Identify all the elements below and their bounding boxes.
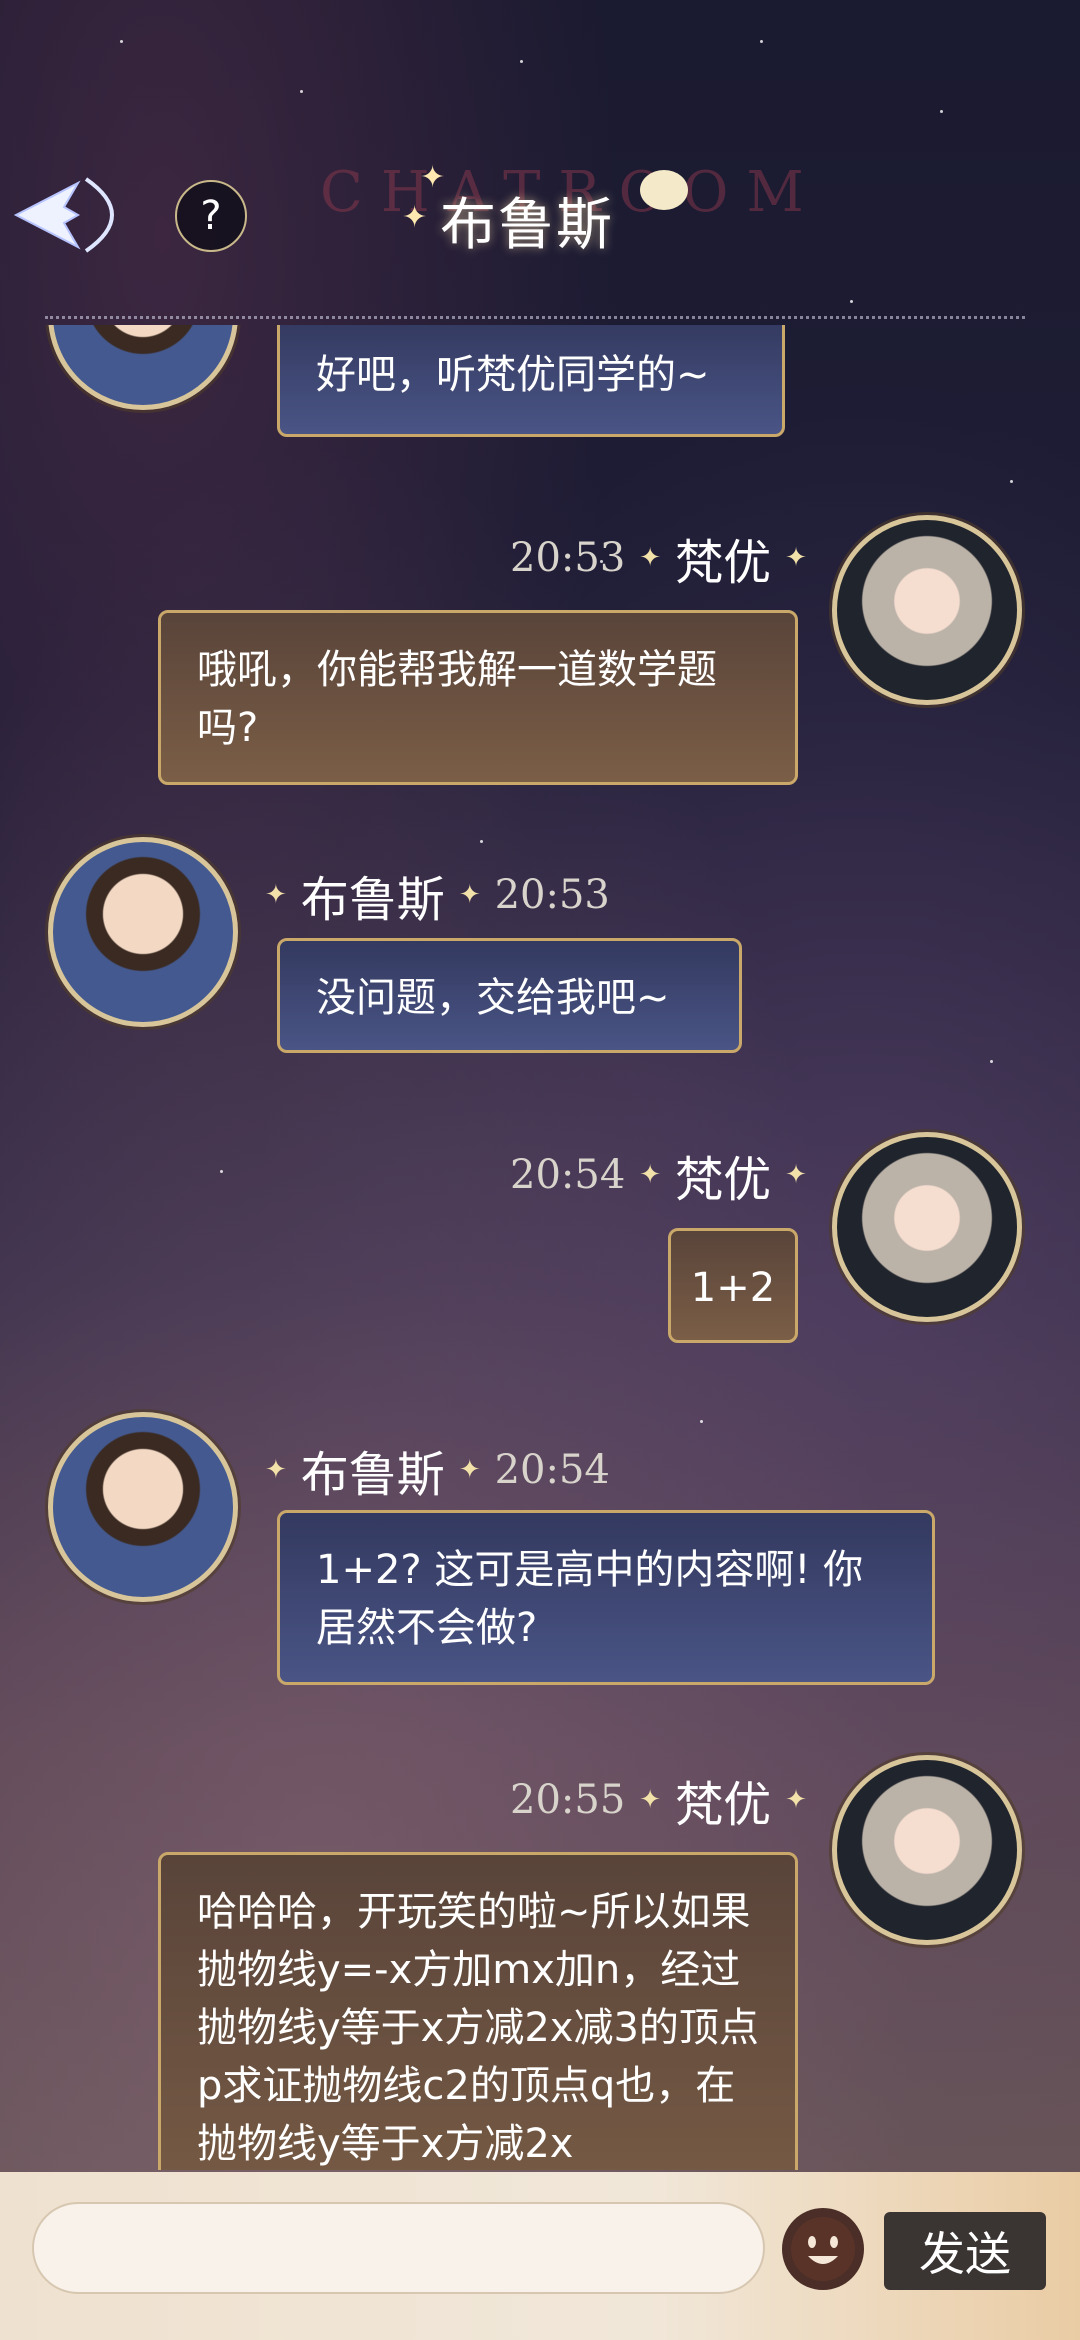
sparkle-icon: ✦ <box>265 880 287 910</box>
sparkle-icon: ✦ <box>639 543 662 573</box>
sparkle-icon: ✦ <box>785 543 807 573</box>
message-meta: ✦ 布鲁斯 ✦ 20:53 <box>265 865 610 928</box>
sender-name: 梵优 <box>675 535 772 591</box>
message-time: 20:53 <box>494 872 610 918</box>
message-meta: 20:54 ✦ 梵优 ✦ <box>510 1145 807 1208</box>
message-input[interactable] <box>32 2202 765 2294</box>
sparkle-icon: ✦ <box>402 200 428 235</box>
bruce-avatar[interactable] <box>48 325 238 410</box>
back-arrow-icon <box>13 177 114 253</box>
sparkle-icon: ✦ <box>639 1785 662 1815</box>
sparkle-icon: ✦ <box>458 880 481 910</box>
message-meta: 20:55 ✦ 梵优 ✦ <box>510 1770 807 1833</box>
message-time: 20:54 <box>510 1152 626 1198</box>
bruce-avatar[interactable] <box>48 1412 238 1602</box>
sparkle-icon: ✦ <box>639 1160 662 1190</box>
sparkle-icon: ✦ <box>458 1455 481 1485</box>
message-meta: ✦ 布鲁斯 ✦ 20:54 <box>265 1440 610 1503</box>
sender-name: 梵优 <box>675 1152 772 1208</box>
message-bubble[interactable]: 哈哈哈，开玩笑的啦~所以如果抛物线y=-x方加mx加n，经过抛物线y等于x方减2… <box>158 1852 798 2170</box>
header-divider <box>45 316 1025 319</box>
fanyou-avatar[interactable] <box>832 1755 1022 1945</box>
message-bubble[interactable]: 1+2? 这可是高中的内容啊! 你居然不会做? <box>277 1510 935 1685</box>
message-bubble[interactable]: 好吧，听梵优同学的~ <box>277 325 785 437</box>
sender-name: 布鲁斯 <box>300 872 445 928</box>
bruce-avatar[interactable] <box>48 837 238 1027</box>
back-button[interactable] <box>0 160 155 270</box>
message-list[interactable]: 好吧，听梵优同学的~ 20:53 ✦ 梵优 ✦ 哦吼，你能帮我解一道数学题吗? … <box>0 325 1080 2170</box>
emoji-button[interactable] <box>782 2208 864 2290</box>
chat-input-bar: 发送 <box>0 2172 1080 2340</box>
sparkle-icon: ✦ <box>265 1455 287 1485</box>
sender-name: 布鲁斯 <box>300 1447 445 1503</box>
page-title: 布鲁斯 <box>440 193 614 258</box>
message-time: 20:53 <box>510 535 626 581</box>
message-bubble[interactable]: 没问题，交给我吧~ <box>277 938 742 1053</box>
chat-bubble-icon <box>640 170 688 210</box>
send-button[interactable]: 发送 <box>884 2212 1046 2290</box>
message-time: 20:55 <box>510 1777 626 1823</box>
fanyou-avatar[interactable] <box>832 515 1022 705</box>
message-time: 20:54 <box>494 1447 610 1493</box>
sparkle-icon: ✦ <box>785 1160 807 1190</box>
message-bubble[interactable]: 1+2 <box>668 1228 798 1343</box>
message-bubble[interactable]: 哦吼，你能帮我解一道数学题吗? <box>158 610 798 785</box>
help-button[interactable]: ? <box>175 180 247 252</box>
emoji-icon <box>791 2217 855 2281</box>
sparkle-icon: ✦ <box>785 1785 807 1815</box>
message-meta: 20:53 ✦ 梵优 ✦ <box>510 528 807 591</box>
fanyou-avatar[interactable] <box>832 1132 1022 1322</box>
chat-header: ? CHATROOM ✦ ✦ 布鲁斯 <box>0 0 1080 325</box>
sender-name: 梵优 <box>675 1777 772 1833</box>
help-icon: ? <box>200 193 222 239</box>
